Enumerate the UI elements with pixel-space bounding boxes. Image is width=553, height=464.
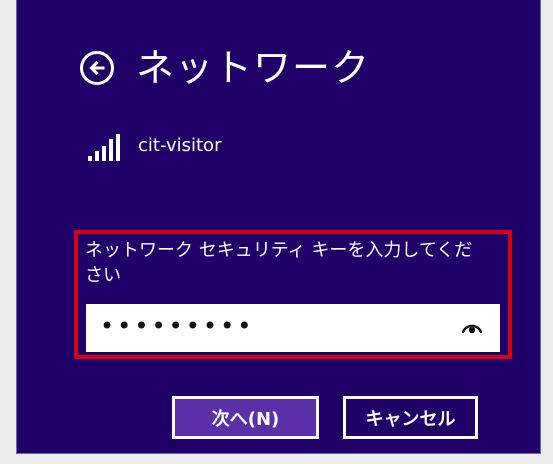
back-button[interactable] [80,51,114,85]
eye-icon[interactable] [462,322,482,334]
password-mask: ••••••••• [100,312,255,340]
wifi-signal-icon [88,131,128,161]
security-key-input[interactable]: ••••••••• [86,304,500,352]
network-name: cit-visitor [138,135,222,156]
back-arrow-icon [88,59,106,77]
network-item: cit-visitor [88,127,221,161]
cancel-button[interactable]: キャンセル [343,396,478,439]
page-title: ネットワーク [136,46,371,90]
header: ネットワーク [80,46,370,90]
security-key-prompt: ネットワーク セキュリティ キーを入力してください [85,240,473,286]
next-button[interactable]: 次へ(N) [172,396,319,439]
wifi-connection-panel: ネットワーク cit-visitor ネットワーク セキュリティ キーを入力して… [16,0,541,454]
security-key-box: ネットワーク セキュリティ キーを入力してください ••••••••• [74,230,512,359]
